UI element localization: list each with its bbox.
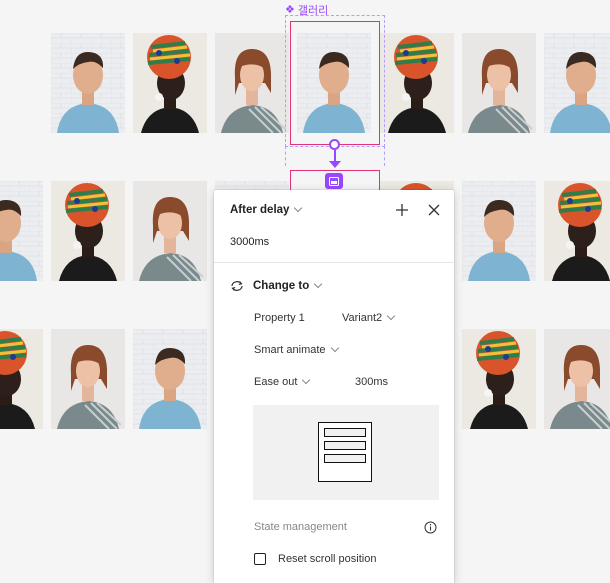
easing-dropdown[interactable]: Ease out <box>254 375 311 388</box>
animation-preview <box>253 405 439 500</box>
gallery-photo-man[interactable] <box>462 181 536 281</box>
gallery-photo-woman-red-hair[interactable] <box>215 33 289 133</box>
info-icon[interactable] <box>424 521 437 534</box>
chevron-down-icon <box>313 279 323 289</box>
panel-divider <box>214 262 454 263</box>
easing-label: Ease out <box>254 376 298 388</box>
trigger-label: After delay <box>230 204 290 216</box>
gallery-photo-woman-red-hair[interactable] <box>51 329 125 429</box>
animation-label: Smart animate <box>254 344 326 356</box>
chevron-down-icon <box>294 203 303 213</box>
action-label: Change to <box>253 280 310 292</box>
property-label: Property 1 <box>254 312 305 324</box>
gallery-photo-woman-headwrap[interactable] <box>380 33 454 133</box>
animation-dropdown[interactable]: Smart animate <box>254 343 339 356</box>
reset-scroll-label: Reset scroll position <box>278 553 377 565</box>
gallery-photo-woman-headwrap[interactable] <box>462 329 536 429</box>
duration-field[interactable]: 300ms <box>355 376 388 388</box>
connection-arrow <box>329 161 341 168</box>
duration-value: 300ms <box>355 376 389 388</box>
close-icon[interactable] <box>426 202 442 218</box>
chevron-down-icon <box>302 375 311 385</box>
gallery-photo-woman-red-hair[interactable] <box>133 181 207 281</box>
delay-value: 3000ms <box>230 236 270 248</box>
preview-bar <box>324 428 366 437</box>
gallery-photo-woman-headwrap[interactable] <box>0 329 43 429</box>
reset-scroll-option[interactable]: Reset scroll position <box>254 553 376 565</box>
selected-variant-frame[interactable] <box>290 21 380 145</box>
component-diamond-icon: ❖ <box>285 3 295 16</box>
gallery-photo-woman-red-hair[interactable] <box>462 33 536 133</box>
trigger-dropdown[interactable]: After delay <box>230 203 303 216</box>
chevron-down-icon <box>386 311 396 321</box>
preview-bar <box>324 441 366 450</box>
state-management-label: State management <box>254 521 347 533</box>
gallery-photo-man[interactable] <box>0 181 43 281</box>
gallery-photo-woman-headwrap[interactable] <box>51 181 125 281</box>
reset-scroll-checkbox[interactable] <box>254 553 266 565</box>
chevron-down-icon <box>330 343 339 353</box>
gallery-photo-woman-headwrap[interactable] <box>133 33 207 133</box>
gallery-photo-man[interactable] <box>133 329 207 429</box>
gallery-photo-man[interactable] <box>51 33 125 133</box>
state-management-text: State management <box>254 521 347 533</box>
variant-icon <box>329 176 339 186</box>
gallery-photo-man[interactable] <box>544 33 610 133</box>
property-value-text: Variant2 <box>342 312 383 324</box>
gallery-photo-woman-headwrap[interactable] <box>544 181 610 281</box>
delay-field[interactable]: 3000ms <box>230 236 269 248</box>
connection-handle[interactable] <box>329 139 340 150</box>
plus-icon[interactable] <box>394 202 410 218</box>
swap-icon <box>230 280 244 292</box>
preview-bar <box>324 454 366 463</box>
prototype-interaction-panel: After delay 3000ms Change to Property 1 … <box>214 190 454 583</box>
preview-frame <box>318 422 372 482</box>
connection-target-node[interactable] <box>325 173 343 189</box>
gallery-photo-woman-red-hair[interactable] <box>544 329 610 429</box>
action-dropdown[interactable]: Change to <box>230 279 323 292</box>
property-label-text: Property 1 <box>254 312 305 324</box>
property-value-dropdown[interactable]: Variant2 <box>342 311 396 324</box>
